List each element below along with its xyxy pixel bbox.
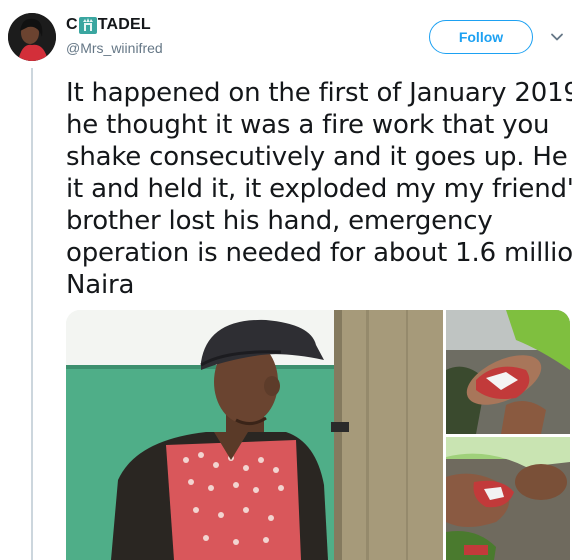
author-name[interactable]: C TADEL (66, 14, 151, 36)
photo-man-with-cap[interactable] (66, 310, 443, 560)
tweet-text-line: Naira (66, 270, 135, 300)
statue-of-liberty-icon (78, 16, 97, 34)
tweet-text-line: it and held it, it exploded my my friend… (66, 174, 572, 204)
tweet-text-line: It happened on the first of January 2019… (66, 78, 572, 108)
author-name-prefix: C (66, 16, 78, 33)
photo-injury-top[interactable] (446, 310, 570, 434)
tweet-text: It happened on the first of January 2019… (66, 77, 572, 301)
author-name-suffix: TADEL (97, 16, 151, 33)
chevron-down-icon[interactable] (550, 30, 564, 44)
thread-line (31, 68, 33, 560)
media-grid (66, 310, 570, 560)
avatar[interactable] (8, 13, 56, 61)
tweet-text-line: brother lost his hand, emergency (66, 206, 493, 236)
tweet-text-line: he thought it was a fire work that you (66, 110, 550, 140)
tweet-text-line: operation is needed for about 1.6 millio… (66, 238, 572, 268)
follow-button[interactable]: Follow (429, 20, 533, 54)
photo-injury-bottom[interactable] (446, 437, 570, 560)
tweet-text-line: shake consecutively and it goes up. He l… (66, 142, 572, 172)
author-handle[interactable]: @Mrs_wiinifred (66, 40, 163, 56)
